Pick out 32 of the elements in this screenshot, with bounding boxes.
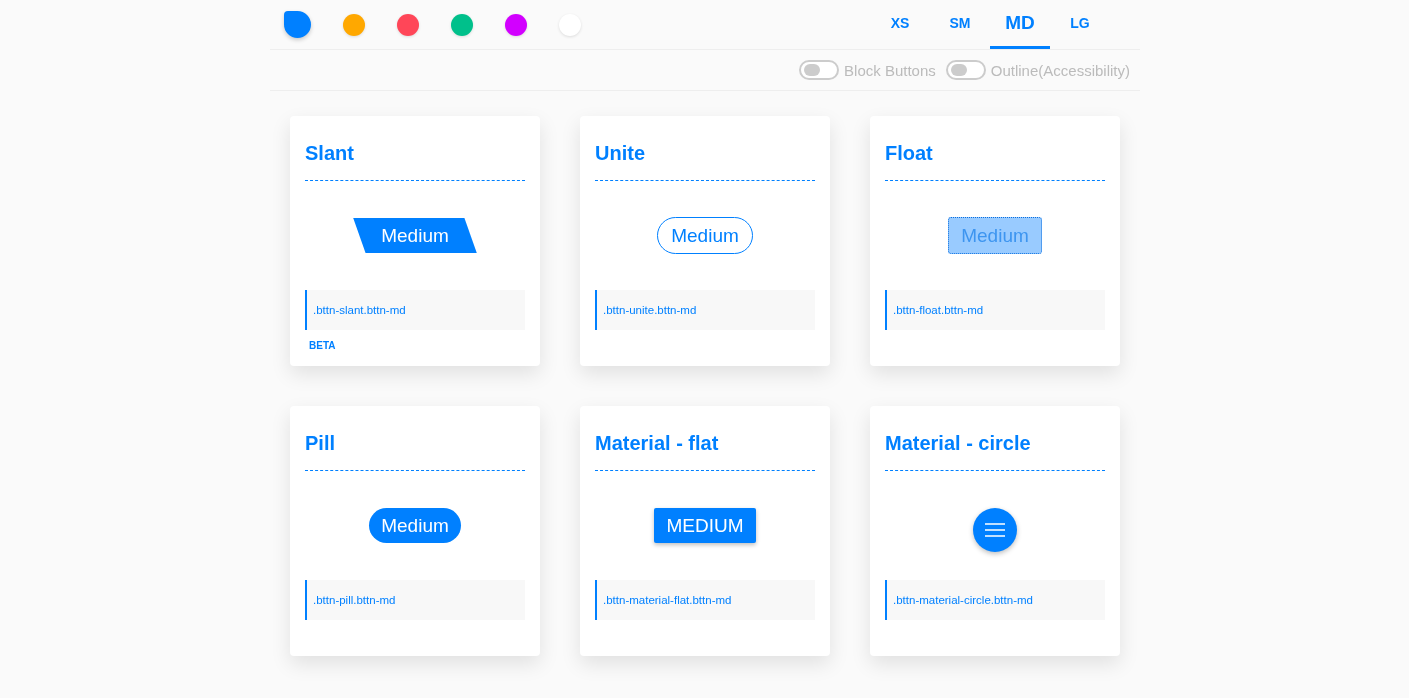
- code-snippet: .bttn-float.bttn-md: [885, 290, 1105, 330]
- card-title: Pill: [305, 406, 525, 471]
- code-snippet: .bttn-slant.bttn-md: [305, 290, 525, 330]
- toggle-switch[interactable]: [945, 60, 986, 80]
- size-tab[interactable]: SM: [930, 0, 990, 49]
- code-snippet: .bttn-material-circle.bttn-md: [885, 580, 1105, 620]
- menu-button[interactable]: [973, 507, 1017, 552]
- code-snippet: .bttn-unite.bttn-md: [595, 290, 815, 330]
- card-title: Material - flat: [595, 406, 815, 471]
- color-swatch[interactable]: [505, 13, 527, 36]
- size-tab[interactable]: MD: [990, 0, 1050, 49]
- toggle-label: Block Buttons: [844, 61, 936, 79]
- beta-label: BETA: [309, 340, 336, 351]
- size-tab[interactable]: LG: [1050, 0, 1110, 49]
- demo-button[interactable]: Medium: [657, 217, 753, 254]
- color-swatch[interactable]: [451, 13, 473, 36]
- menu-icon: [985, 522, 1005, 537]
- size-tab[interactable]: XS: [870, 0, 930, 49]
- color-swatch[interactable]: [284, 11, 311, 38]
- toggle-label: Outline(Accessibility): [990, 61, 1130, 79]
- card-title: Float: [885, 116, 1105, 181]
- code-snippet: .bttn-pill.bttn-md: [305, 580, 525, 620]
- demo-button[interactable]: MEDIUM: [654, 508, 756, 543]
- code-snippet: .bttn-material-flat.bttn-md: [595, 580, 815, 620]
- color-swatch[interactable]: [397, 13, 419, 36]
- toggle-switch[interactable]: [799, 60, 840, 80]
- card-title: Unite: [595, 116, 815, 181]
- demo-button[interactable]: Medium: [353, 218, 477, 253]
- card-title: Material - circle: [885, 406, 1105, 471]
- card-title: Slant: [305, 116, 525, 181]
- demo-button[interactable]: Medium: [369, 508, 461, 543]
- color-swatch[interactable]: [343, 13, 365, 36]
